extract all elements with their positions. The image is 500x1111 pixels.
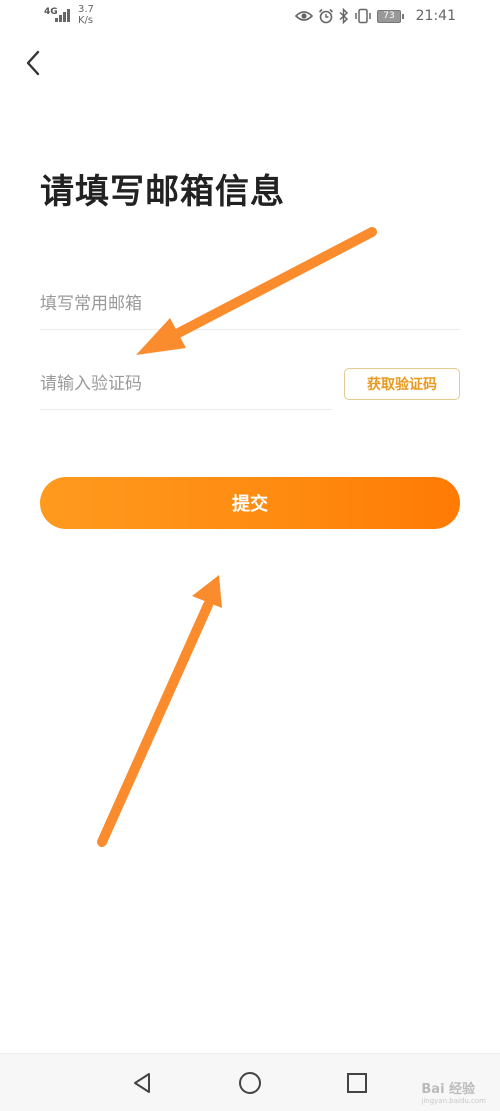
watermark: Bai 经验 jingyan.baidu.com [421, 1078, 486, 1105]
status-bar: 4G 3.7 K/s 73 21:41 [0, 0, 500, 34]
chevron-left-icon [26, 50, 40, 76]
get-code-button[interactable]: 获取验证码 [344, 368, 460, 400]
clock: 21:41 [415, 8, 456, 24]
vibrate-icon [355, 8, 371, 24]
alarm-icon [318, 8, 334, 24]
signal-icon [55, 9, 70, 22]
nav-back-button[interactable] [128, 1068, 158, 1098]
verification-code-input[interactable] [40, 364, 332, 404]
email-input[interactable] [40, 284, 460, 324]
watermark-text: Bai 经验 [421, 1082, 476, 1097]
bluetooth-icon [339, 8, 349, 24]
email-info-page: 4G 3.7 K/s 73 21:41 请填写邮箱信息 填写常用邮箱 请输入验证… [0, 0, 500, 1111]
arrow-to-submit-button [97, 575, 222, 847]
nav-home-icon [239, 1072, 261, 1094]
eye-icon [295, 11, 313, 21]
email-field-wrapper [40, 284, 460, 330]
nav-recent-icon [347, 1073, 367, 1093]
watermark-sub: jingyan.baidu.com [421, 1097, 486, 1105]
submit-button[interactable]: 提交 [40, 477, 460, 529]
back-button[interactable] [20, 46, 48, 80]
speed-unit: K/s [78, 15, 94, 26]
battery-icon: 73 [377, 9, 404, 23]
speed-value: 3.7 [78, 4, 94, 15]
code-field-wrapper [40, 364, 332, 410]
network-speed: 3.7 K/s [78, 4, 94, 26]
nav-back-icon [134, 1073, 150, 1093]
system-nav-bar: Bai 经验 jingyan.baidu.com [0, 1053, 500, 1111]
nav-recent-button[interactable] [342, 1068, 372, 1098]
nav-home-button[interactable] [235, 1068, 265, 1098]
page-title: 请填写邮箱信息 [40, 172, 285, 212]
